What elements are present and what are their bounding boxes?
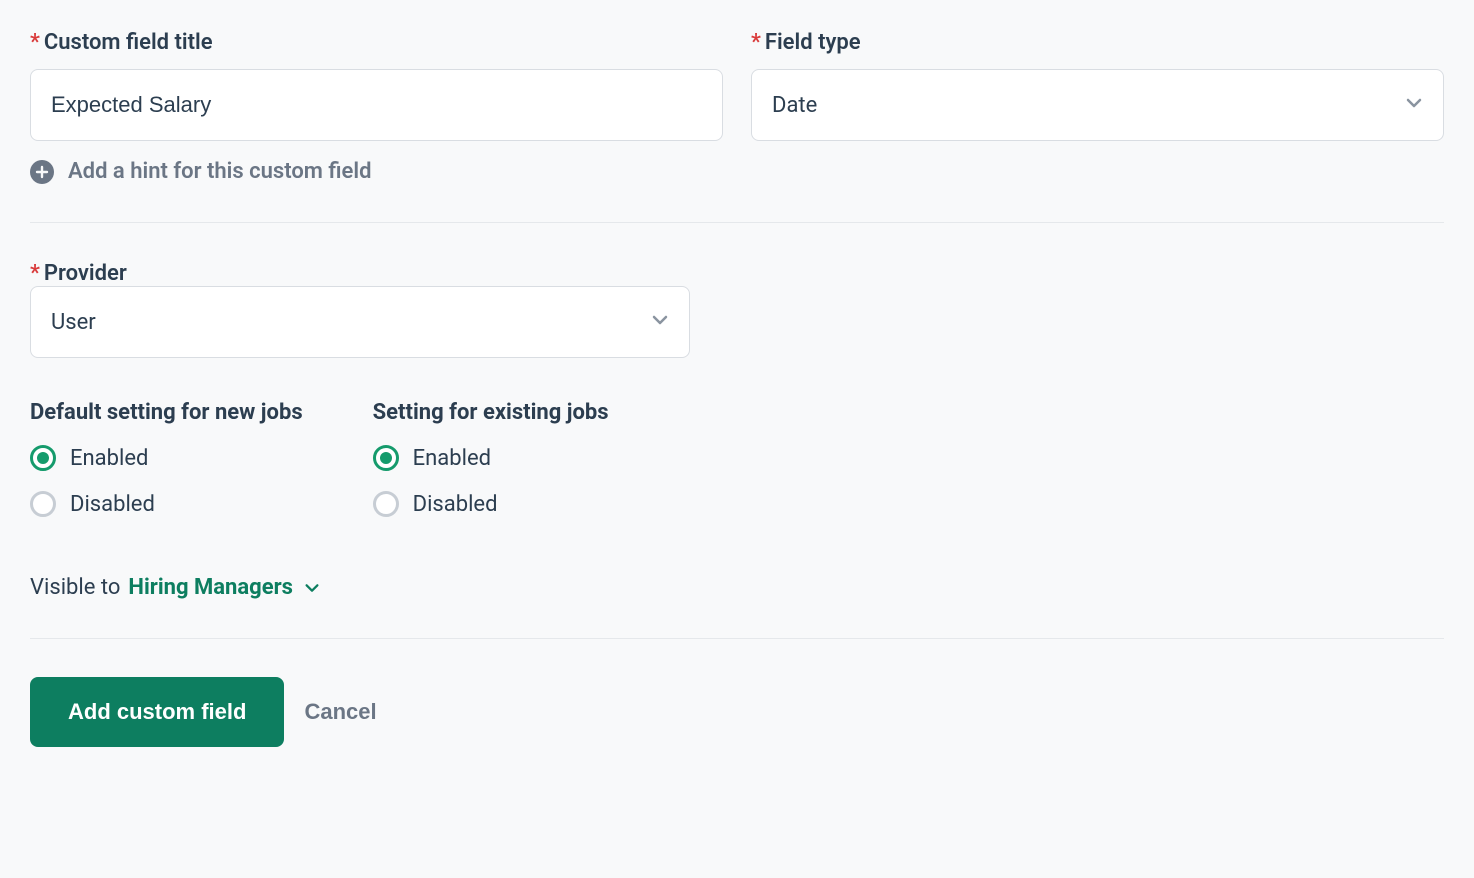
field-type-group: *Field type Date bbox=[751, 30, 1444, 141]
default-setting-heading: Default setting for new jobs bbox=[30, 400, 303, 425]
existing-setting-group: Setting for existing jobs Enabled Disabl… bbox=[373, 400, 609, 537]
visibility-dropdown[interactable]: Hiring Managers bbox=[128, 575, 321, 600]
label-text: Custom field title bbox=[44, 30, 213, 55]
field-type-select[interactable]: Date bbox=[751, 69, 1444, 141]
existing-enabled-option[interactable]: Enabled bbox=[373, 445, 609, 471]
custom-field-title-input[interactable] bbox=[30, 69, 723, 141]
section-divider bbox=[30, 222, 1444, 223]
existing-setting-heading: Setting for existing jobs bbox=[373, 400, 609, 425]
radio-label: Enabled bbox=[413, 446, 491, 471]
form-actions: Add custom field Cancel bbox=[30, 677, 1444, 747]
visibility-prefix: Visible to bbox=[30, 575, 120, 600]
plus-circle-icon bbox=[30, 160, 54, 184]
cancel-button[interactable]: Cancel bbox=[304, 699, 376, 725]
required-asterisk: * bbox=[30, 261, 40, 286]
provider-label: *Provider bbox=[30, 261, 127, 286]
radio-label: Disabled bbox=[413, 492, 498, 517]
existing-disabled-option[interactable]: Disabled bbox=[373, 491, 609, 517]
provider-value: User bbox=[51, 310, 96, 335]
provider-select[interactable]: User bbox=[30, 286, 690, 358]
radio-icon bbox=[30, 445, 56, 471]
default-setting-group: Default setting for new jobs Enabled Dis… bbox=[30, 400, 303, 537]
add-hint-text: Add a hint for this custom field bbox=[68, 159, 371, 184]
section-divider bbox=[30, 638, 1444, 639]
add-hint-link[interactable]: Add a hint for this custom field bbox=[30, 159, 1444, 184]
radio-label: Disabled bbox=[70, 492, 155, 517]
required-asterisk: * bbox=[751, 30, 761, 55]
chevron-down-icon bbox=[303, 579, 321, 597]
visibility-row: Visible to Hiring Managers bbox=[30, 575, 1444, 600]
radio-label: Enabled bbox=[70, 446, 148, 471]
label-text: Field type bbox=[765, 30, 861, 55]
custom-field-title-group: *Custom field title bbox=[30, 30, 723, 141]
radio-icon bbox=[373, 491, 399, 517]
default-enabled-option[interactable]: Enabled bbox=[30, 445, 303, 471]
required-asterisk: * bbox=[30, 30, 40, 55]
provider-group: *Provider User bbox=[30, 261, 1444, 358]
label-text: Provider bbox=[44, 261, 127, 286]
default-disabled-option[interactable]: Disabled bbox=[30, 491, 303, 517]
field-type-label: *Field type bbox=[751, 30, 1444, 55]
add-custom-field-button[interactable]: Add custom field bbox=[30, 677, 284, 747]
field-type-value: Date bbox=[772, 93, 817, 118]
custom-field-title-label: *Custom field title bbox=[30, 30, 723, 55]
radio-icon bbox=[30, 491, 56, 517]
visibility-value: Hiring Managers bbox=[128, 575, 293, 600]
radio-icon bbox=[373, 445, 399, 471]
